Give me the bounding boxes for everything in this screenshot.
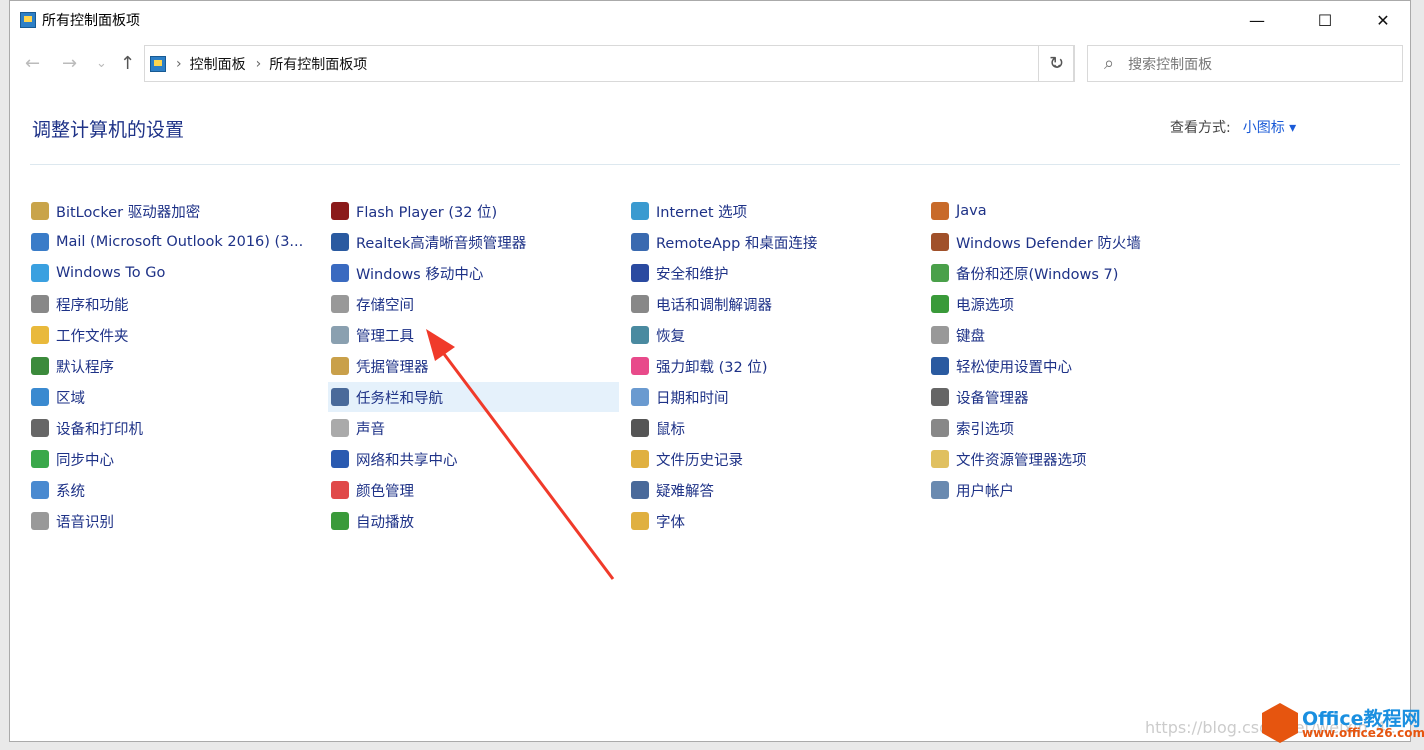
- watermark-site: www.office26.com: [1302, 726, 1424, 740]
- red-arrow-annotation: [426, 329, 615, 580]
- control-panel-window: 所有控制面板项 — ☐ ✕ ← → ⌄ ↑ › 控制面板 › 所有控制面板项 ⌄…: [9, 0, 1411, 742]
